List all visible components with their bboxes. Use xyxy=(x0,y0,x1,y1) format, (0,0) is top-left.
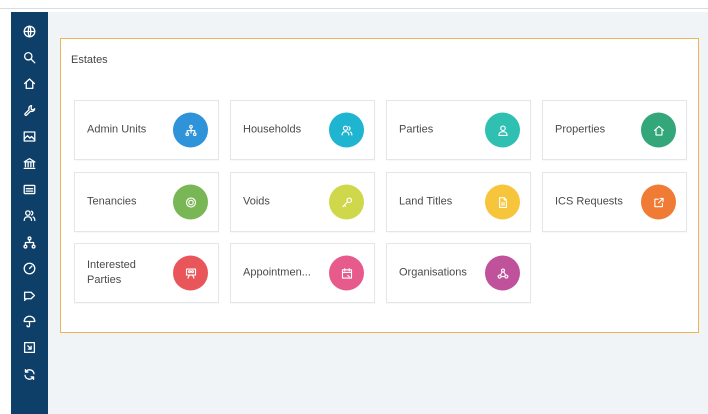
search-icon xyxy=(23,52,36,64)
tile-label: Tenancies xyxy=(87,195,137,208)
export-icon xyxy=(23,342,36,354)
target-icon xyxy=(185,196,196,208)
tile-voids[interactable]: Voids xyxy=(230,172,375,232)
globe-icon xyxy=(23,25,36,38)
hierarchy-icon xyxy=(23,236,36,249)
main-content: Estates Admin Units Households Parties P… xyxy=(48,12,708,414)
tile-icon-circle xyxy=(641,112,676,148)
key-icon xyxy=(341,196,352,207)
refresh-icon xyxy=(24,368,35,380)
tile-label: Properties xyxy=(555,123,606,136)
tile-label: Households xyxy=(243,123,302,136)
bank-icon xyxy=(23,157,36,169)
sidebar-item-refresh[interactable] xyxy=(11,361,48,387)
tile-icon-circle xyxy=(641,184,676,220)
tile-interested-parties[interactable]: Interested Parties xyxy=(74,243,219,303)
tile-icon-circle xyxy=(485,255,520,291)
top-divider xyxy=(0,8,708,9)
tile-admin-units[interactable]: Admin Units xyxy=(74,100,219,160)
estates-panel: Estates Admin Units Households Parties P… xyxy=(60,38,699,333)
sidebar-item-cards[interactable] xyxy=(11,176,48,202)
sidebar-item-dashboard[interactable] xyxy=(11,256,48,282)
sidebar-item-hierarchy[interactable] xyxy=(11,229,48,255)
sidebar-item-users[interactable] xyxy=(11,203,48,229)
calendar-icon xyxy=(341,267,352,279)
tile-label: Interested Parties xyxy=(87,259,136,286)
tile-properties[interactable]: Properties xyxy=(542,100,687,160)
sidebar-item-bank[interactable] xyxy=(11,150,48,176)
image-icon xyxy=(23,131,36,142)
tile-label: Appointmen... xyxy=(243,266,311,279)
user-icon xyxy=(497,124,508,136)
tile-icon-circle xyxy=(173,112,208,148)
tile-icon-circle xyxy=(485,112,520,148)
external-link-icon xyxy=(653,197,664,207)
tile-households[interactable]: Households xyxy=(230,100,375,160)
tile-label: Organisations xyxy=(399,266,467,279)
org-icon xyxy=(497,267,508,279)
sidebar-item-insurance[interactable] xyxy=(11,308,48,334)
tile-tenancies[interactable]: Tenancies xyxy=(74,172,219,232)
hierarchy-icon xyxy=(184,124,197,136)
users-icon xyxy=(23,210,36,222)
sidebar-item-globe[interactable] xyxy=(11,18,48,44)
sidebar-item-home[interactable] xyxy=(11,71,48,97)
sidebar-item-tags[interactable] xyxy=(11,282,48,308)
people-board-icon xyxy=(185,267,196,279)
tile-ics-requests[interactable]: ICS Requests xyxy=(542,172,687,232)
wrench-icon xyxy=(24,104,36,116)
panel-title: Estates xyxy=(71,54,108,66)
home-icon xyxy=(653,125,664,136)
sidebar xyxy=(11,12,48,414)
tile-label: Land Titles xyxy=(399,195,453,208)
tile-parties[interactable]: Parties xyxy=(386,100,531,160)
tile-icon-circle xyxy=(173,255,208,291)
tile-icon-circle xyxy=(173,184,208,220)
tile-label: Parties xyxy=(399,123,434,136)
document-icon xyxy=(498,196,507,208)
tile-label: Voids xyxy=(243,195,270,208)
users-icon xyxy=(341,125,352,136)
card-icon xyxy=(23,184,36,195)
tile-organisations[interactable]: Organisations xyxy=(386,243,531,303)
sidebar-item-search[interactable] xyxy=(11,44,48,70)
tile-appointments[interactable]: Appointmen... xyxy=(230,243,375,303)
tile-label: Admin Units xyxy=(87,123,147,136)
tile-label: ICS Requests xyxy=(555,195,623,208)
tile-icon-circle xyxy=(329,112,364,148)
tile-icon-circle xyxy=(329,255,364,291)
tile-land-titles[interactable]: Land Titles xyxy=(386,172,531,232)
tag-icon xyxy=(23,291,36,301)
sidebar-item-tools[interactable] xyxy=(11,97,48,123)
home-icon xyxy=(23,78,36,90)
sidebar-item-images[interactable] xyxy=(11,124,48,150)
umbrella-icon xyxy=(23,315,36,328)
tile-icon-circle xyxy=(485,184,520,220)
sidebar-item-export[interactable] xyxy=(11,335,48,361)
tile-icon-circle xyxy=(329,184,364,220)
gauge-icon xyxy=(23,262,36,275)
